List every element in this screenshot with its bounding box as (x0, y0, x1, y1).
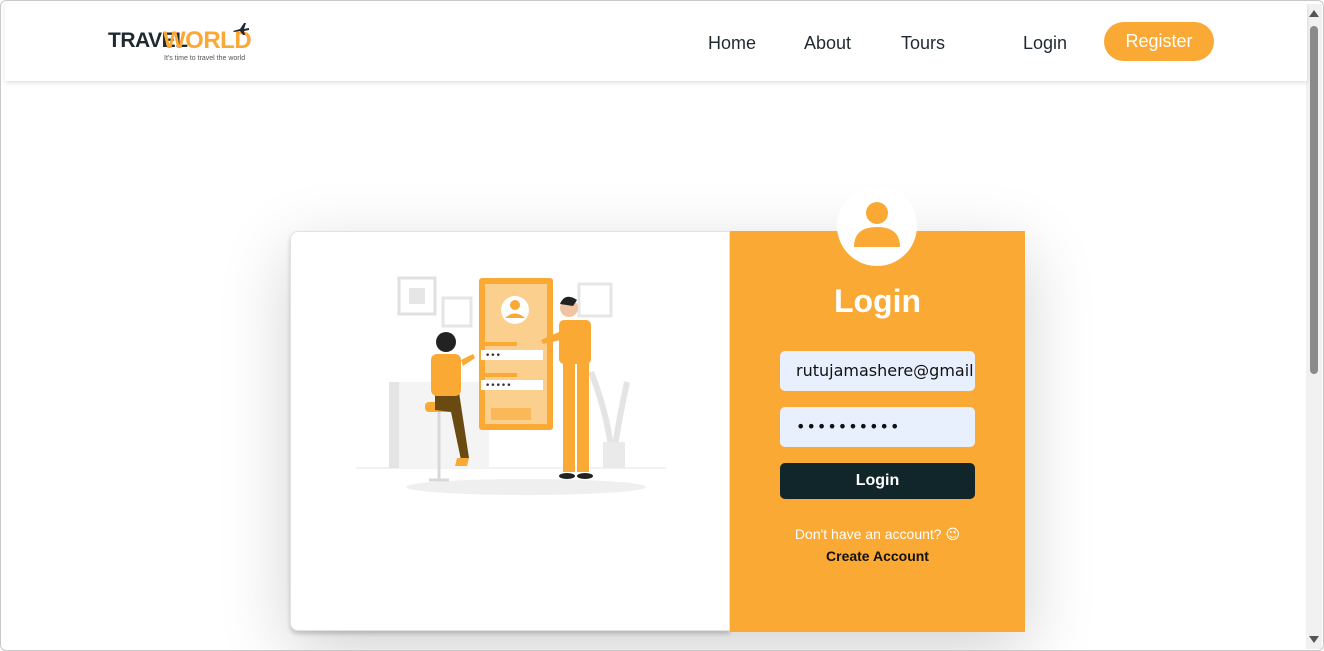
browser-viewport: TRAVEL WORLD It's time to travel the wor… (0, 0, 1324, 651)
svg-text:•••••: ••••• (485, 381, 512, 391)
login-card: ••• ••••• Login rutujamashere@gmail ••••… (290, 186, 1025, 632)
password-field[interactable]: •••••••••• (780, 407, 975, 447)
header: TRAVEL WORLD It's time to travel the wor… (5, 4, 1307, 81)
email-field[interactable]: rutujamashere@gmail.com (780, 351, 975, 391)
plane-icon (233, 23, 249, 35)
no-account-text: Don't have an account? 😉 (794, 526, 961, 542)
nav-about[interactable]: About (804, 33, 851, 54)
scroll-thumb[interactable] (1310, 26, 1318, 374)
nav-tours[interactable]: Tours (901, 33, 945, 54)
email-field-value: rutujamashere@gmail.com (796, 361, 975, 380)
scroll-up-arrow-icon[interactable] (1309, 10, 1319, 17)
login-title: Login (833, 283, 922, 319)
password-field-value: •••••••••• (796, 417, 901, 436)
login-illustration: ••• ••••• (356, 276, 666, 495)
svg-text:•••: ••• (485, 351, 501, 361)
nav-login[interactable]: Login (1023, 33, 1067, 54)
login-button[interactable]: Login (780, 463, 975, 499)
logo[interactable]: TRAVEL WORLD It's time to travel the wor… (108, 23, 253, 67)
scrollbar[interactable] (1306, 4, 1322, 649)
register-button[interactable]: Register (1104, 22, 1214, 61)
scroll-down-arrow-icon[interactable] (1309, 636, 1319, 643)
create-account-link[interactable]: Create Account (730, 548, 1025, 564)
login-illustration-panel: ••• ••••• (290, 231, 730, 631)
logo-tagline: It's time to travel the world (164, 55, 246, 62)
nav-home[interactable]: Home (708, 33, 756, 54)
user-icon (854, 202, 900, 247)
avatar (837, 186, 917, 266)
